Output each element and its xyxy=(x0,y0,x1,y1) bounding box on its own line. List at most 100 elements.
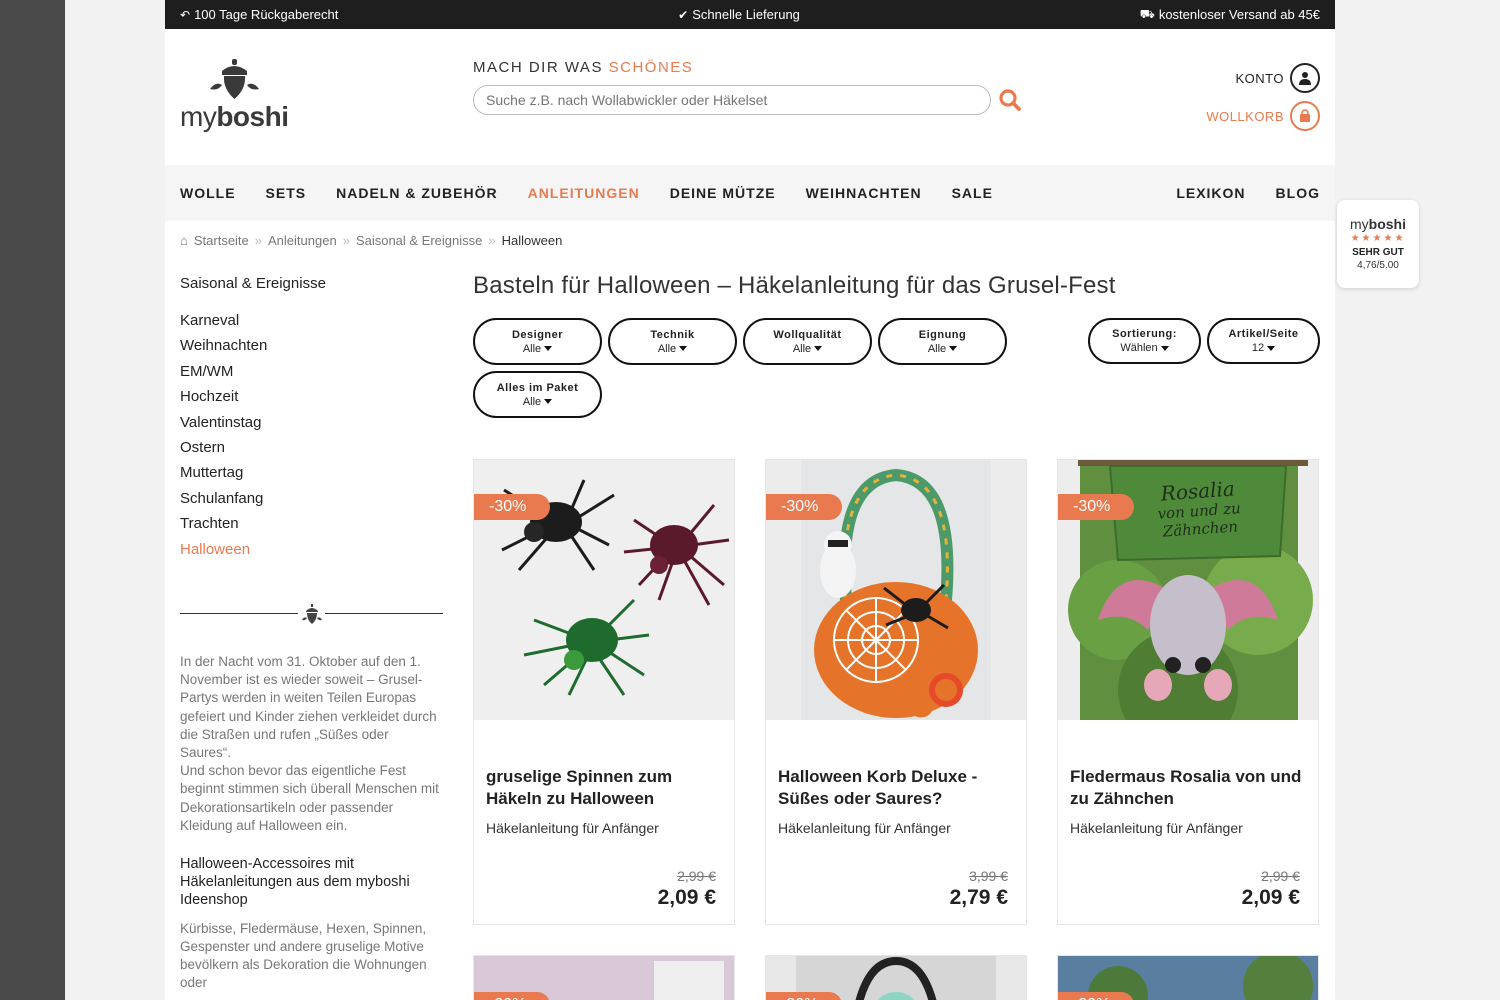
page-gutter-right xyxy=(1335,0,1500,1000)
sidebar-item-halloween[interactable]: Halloween xyxy=(180,537,443,562)
sidebar-item-valentinstag[interactable]: Valentinstag xyxy=(180,410,443,435)
nav-item-deine-muetze[interactable]: DEINE MÜTZE xyxy=(670,185,776,201)
nav-item-wolle[interactable]: WOLLE xyxy=(180,185,236,201)
nav-item-weihnachten[interactable]: WEIHNACHTEN xyxy=(806,185,922,201)
per-page-dropdown[interactable]: Artikel/Seite 12 xyxy=(1207,318,1320,364)
breadcrumb-anleitungen[interactable]: Anleitungen xyxy=(268,233,337,248)
acorn-logo-icon xyxy=(210,59,259,99)
caret-down-icon xyxy=(1267,345,1276,351)
user-icon xyxy=(1290,63,1320,93)
logo-wordmark: myboshi xyxy=(180,101,289,132)
breadcrumb: ⌂ Startseite » Anleitungen » Saisonal & … xyxy=(180,233,562,248)
filter-alles-im-paket[interactable]: Alles im Paket Alle xyxy=(473,371,602,418)
sidebar-item-weihnachten[interactable]: Weihnachten xyxy=(180,333,443,358)
sidebar-heading[interactable]: Saisonal & Ereignisse xyxy=(180,275,443,292)
sidebar-item-muttertag[interactable]: Muttertag xyxy=(180,460,443,485)
sidebar-item-em-wm[interactable]: EM/WM xyxy=(180,359,443,384)
category-description-2: Kürbisse, Fledermäuse, Hexen, Spinnen, G… xyxy=(180,920,427,991)
product-card[interactable]: -30% xyxy=(765,955,1027,1000)
product-card[interactable]: -30% Halloween Korb Deluxe - Süßes oder … xyxy=(765,459,1027,925)
rating-brand: myboshi xyxy=(1349,216,1406,232)
sort-dropdown[interactable]: Sortierung: Wählen xyxy=(1088,318,1201,364)
filter-bar: Designer Alle Technik Alle Wollqualität … xyxy=(473,318,1013,418)
sidebar-item-hochzeit[interactable]: Hochzeit xyxy=(180,384,443,409)
ornament-divider xyxy=(180,602,443,626)
home-icon[interactable]: ⌂ xyxy=(180,233,188,248)
breadcrumb-home[interactable]: Startseite xyxy=(194,233,249,248)
returns-info: ↶ 100 Tage Rückgaberecht xyxy=(180,7,339,22)
sidebar-item-karneval[interactable]: Karneval xyxy=(180,308,443,333)
sidebar-item-trachten[interactable]: Trachten xyxy=(180,511,443,536)
product-card[interactable]: -30% xyxy=(473,955,735,1000)
product-card[interactable]: -30% gruselige Spinnen zum Häkeln zu Hal… xyxy=(473,459,735,925)
product-card[interactable]: Rosalia von und zu Zähnchen -30% Flederm… xyxy=(1057,459,1319,925)
product-name[interactable]: Halloween Korb Deluxe - Süßes oder Saure… xyxy=(778,766,1018,810)
search-input[interactable] xyxy=(473,85,991,115)
cart-link[interactable]: WOLLKORB xyxy=(1206,101,1320,131)
product-old-price: 3,99 € xyxy=(969,868,1008,884)
product-image-bat[interactable]: Rosalia von und zu Zähnchen -30% xyxy=(1058,460,1318,720)
breadcrumb-separator: » xyxy=(342,233,350,248)
discount-badge: -30% xyxy=(474,494,550,520)
product-old-price: 2,99 € xyxy=(677,868,716,884)
product-price: 2,79 € xyxy=(949,886,1008,909)
category-description: In der Nacht vom 31. Oktober auf den 1. … xyxy=(180,653,439,833)
rating-grade: SEHR GUT xyxy=(1352,247,1404,258)
page-title: Basteln für Halloween – Häkelanleitung f… xyxy=(473,272,1116,299)
breadcrumb-separator: » xyxy=(254,233,263,248)
breadcrumb-separator: » xyxy=(488,233,496,248)
rating-widget[interactable]: myboshi ★★★★★ SEHR GUT 4,76/5.00 xyxy=(1337,200,1419,288)
search-icon xyxy=(999,89,1021,111)
sidebar-item-ostern[interactable]: Ostern xyxy=(180,435,443,460)
divider-line xyxy=(325,612,443,614)
product-subtitle: Häkelanleitung für Anfänger xyxy=(778,820,951,836)
shipping-info: ⛟ kostenloser Versand ab 45€ xyxy=(1139,6,1320,23)
caret-down-icon xyxy=(949,346,958,352)
truck-icon: ⛟ xyxy=(1139,6,1155,21)
search-button[interactable] xyxy=(997,87,1023,113)
filter-technik[interactable]: Technik Alle xyxy=(608,318,737,365)
filter-wollqualitaet[interactable]: Wollqualität Alle xyxy=(743,318,872,365)
breadcrumb-current: Halloween xyxy=(501,233,563,248)
account-link[interactable]: KONTO xyxy=(1236,63,1320,93)
category-subheading: Halloween-Accessoires mit Häkelanleitung… xyxy=(180,855,410,909)
product-image-basket[interactable]: -30% xyxy=(766,460,1026,720)
top-info-bar: ↶ 100 Tage Rückgaberecht ✔ Schnelle Liefer… xyxy=(165,0,1335,29)
sidebar-item-schulanfang[interactable]: Schulanfang xyxy=(180,486,443,511)
product-image-spiders[interactable]: -30% xyxy=(474,460,734,720)
nav-item-anleitungen[interactable]: ANLEITUNGEN xyxy=(528,185,640,201)
product-card[interactable]: -30% xyxy=(1057,955,1319,1000)
discount-badge: -30% xyxy=(766,494,842,520)
page-gutter-left xyxy=(65,0,165,1000)
return-arrow-icon: ↶ xyxy=(180,7,191,22)
caret-down-icon xyxy=(679,346,688,352)
myboshi-logo[interactable]: myboshi xyxy=(180,59,292,132)
product-price: 2,09 € xyxy=(657,886,716,909)
product-old-price: 2,99 € xyxy=(1261,868,1300,884)
caret-down-icon xyxy=(814,346,823,352)
product-subtitle: Häkelanleitung für Anfänger xyxy=(1070,820,1243,836)
acorn-icon xyxy=(302,603,322,624)
nav-item-sale[interactable]: SALE xyxy=(952,185,993,201)
divider-line xyxy=(180,612,298,614)
nav-item-sets[interactable]: SETS xyxy=(266,185,307,201)
breadcrumb-saisonal[interactable]: Saisonal & Ereignisse xyxy=(356,233,482,248)
discount-badge: -30% xyxy=(1058,992,1134,1000)
site-header: myboshi MACH DIR WAS SCHÖNES KONTO WOLLK… xyxy=(165,29,1335,165)
main-navigation: WOLLE SETS NADELN & ZUBEHÖR ANLEITUNGEN … xyxy=(165,165,1335,221)
page: ↶ 100 Tage Rückgaberecht ✔ Schnelle Liefer… xyxy=(165,0,1335,1000)
caret-down-icon xyxy=(544,346,553,352)
sign-text: Rosalia von und zu Zähnchen xyxy=(1157,476,1242,541)
product-name[interactable]: Fledermaus Rosalia von und zu Zähnchen xyxy=(1070,766,1310,810)
caret-down-icon xyxy=(1160,345,1169,351)
product-name[interactable]: gruselige Spinnen zum Häkeln zu Hallowee… xyxy=(486,766,726,810)
check-circle-icon: ✔ xyxy=(678,7,689,22)
outer-background-left xyxy=(0,0,65,1000)
filter-eignung[interactable]: Eignung Alle xyxy=(878,318,1007,365)
nav-item-blog[interactable]: BLOG xyxy=(1276,185,1320,201)
discount-badge: -30% xyxy=(474,992,550,1000)
discount-badge: -30% xyxy=(1058,494,1134,520)
nav-item-lexikon[interactable]: LEXIKON xyxy=(1176,185,1245,201)
nav-item-nadeln-zubehoer[interactable]: NADELN & ZUBEHÖR xyxy=(336,185,497,201)
filter-designer[interactable]: Designer Alle xyxy=(473,318,602,365)
